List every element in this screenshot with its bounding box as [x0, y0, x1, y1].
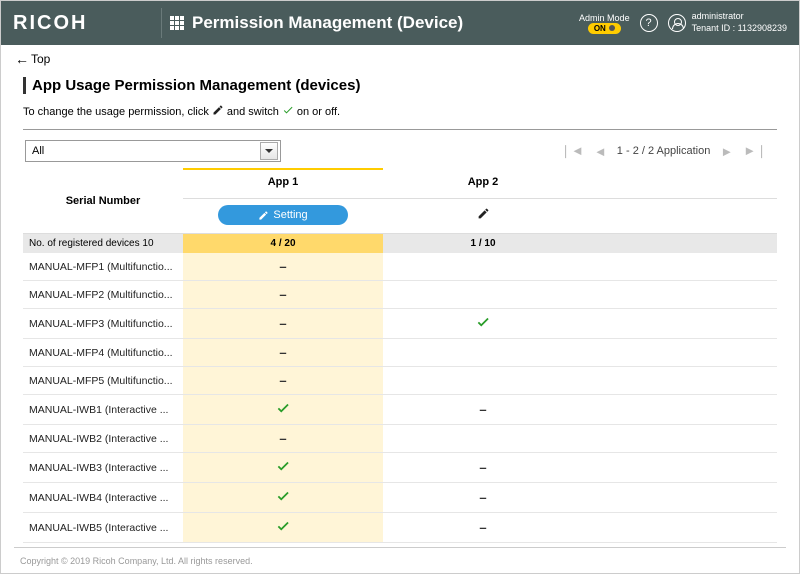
page-last-icon[interactable]: ►❘ — [743, 143, 767, 159]
brand-logo: RICOH — [13, 12, 153, 35]
page-next-icon[interactable]: ► — [720, 144, 733, 159]
pagination: ❘◄ ◄ 1 - 2 / 2 Application ► ►❘ — [560, 143, 767, 159]
dash-icon: – — [279, 287, 286, 302]
app1-cell[interactable] — [183, 483, 383, 513]
admin-mode-toggle[interactable]: Admin Mode ON — [579, 13, 630, 34]
app2-count: 1 / 10 — [383, 234, 583, 254]
table-row: MANUAL-IWB3 (Interactive ... – — [23, 453, 777, 483]
dropdown-button-icon — [260, 142, 278, 160]
check-icon — [276, 524, 290, 536]
app2-cell[interactable] — [383, 367, 583, 395]
app1-cell[interactable] — [183, 453, 383, 483]
dash-icon: – — [279, 373, 286, 388]
pencil-icon — [212, 104, 224, 119]
table-row: MANUAL-IWB2 (Interactive ... – — [23, 425, 777, 453]
dash-icon: – — [279, 259, 286, 274]
filter-select[interactable]: All — [25, 140, 281, 162]
table-row: MANUAL-IWB4 (Interactive ... – — [23, 483, 777, 513]
registered-devices-label: No. of registered devices 10 — [23, 234, 183, 254]
divider-line — [23, 129, 777, 130]
setting-button-app1[interactable]: Setting — [218, 205, 347, 225]
app2-cell[interactable] — [383, 281, 583, 309]
app1-count: 4 / 20 — [183, 234, 383, 254]
app1-cell[interactable]: – — [183, 339, 383, 367]
instruction-text: To change the usage permission, click an… — [23, 104, 777, 119]
app-header: RICOH Permission Management (Device) Adm… — [1, 1, 799, 45]
check-icon — [476, 320, 490, 332]
table-row: MANUAL-MFP1 (Multifunctio... – — [23, 253, 777, 281]
col-header-app2: App 2 — [383, 170, 583, 198]
divider — [161, 8, 162, 38]
app1-cell[interactable]: – — [183, 367, 383, 395]
dash-icon: – — [279, 431, 286, 446]
app1-cell[interactable] — [183, 395, 383, 425]
serial-cell[interactable]: MANUAL-MFP4 (Multifunctio... — [23, 339, 183, 367]
table-row: MANUAL-MFP3 (Multifunctio... – — [23, 309, 777, 339]
permission-table: Serial Number App 1 App 2 Setting — [23, 168, 777, 543]
serial-cell[interactable]: MANUAL-IWB4 (Interactive ... — [23, 483, 183, 513]
admin-mode-label: Admin Mode — [579, 13, 630, 23]
table-row: MANUAL-IWB1 (Interactive ... – — [23, 395, 777, 425]
app2-cell[interactable] — [383, 309, 583, 339]
serial-cell[interactable]: MANUAL-MFP3 (Multifunctio... — [23, 309, 183, 339]
footer-divider — [14, 547, 786, 548]
col-header-app1: App 1 — [183, 170, 383, 198]
page-first-icon[interactable]: ❘◄ — [560, 143, 584, 159]
table-row: MANUAL-MFP4 (Multifunctio... – — [23, 339, 777, 367]
app1-cell[interactable]: – — [183, 425, 383, 453]
app2-cell[interactable]: – — [383, 513, 583, 543]
serial-cell[interactable]: MANUAL-MFP1 (Multifunctio... — [23, 253, 183, 281]
check-icon — [282, 104, 294, 119]
back-arrow-icon: ← — [15, 51, 29, 67]
check-icon — [276, 406, 290, 418]
breadcrumb[interactable]: ← Top — [1, 45, 799, 73]
help-icon[interactable]: ? — [640, 14, 658, 32]
app2-cell[interactable] — [383, 253, 583, 281]
dash-icon: – — [479, 402, 486, 417]
app2-cell[interactable] — [383, 425, 583, 453]
filter-selected-value: All — [32, 145, 44, 157]
user-name: administrator — [692, 11, 787, 23]
serial-cell[interactable]: MANUAL-IWB1 (Interactive ... — [23, 395, 183, 425]
admin-mode-badge: ON — [588, 23, 621, 34]
app1-cell[interactable]: – — [183, 309, 383, 339]
dash-icon: – — [279, 345, 286, 360]
app1-cell[interactable]: – — [183, 281, 383, 309]
serial-cell[interactable]: MANUAL-IWB2 (Interactive ... — [23, 425, 183, 453]
setting-button-app2[interactable] — [383, 201, 583, 231]
serial-cell[interactable]: MANUAL-IWB5 (Interactive ... — [23, 513, 183, 543]
table-row: MANUAL-IWB5 (Interactive ... – — [23, 513, 777, 543]
app2-cell[interactable]: – — [383, 453, 583, 483]
dash-icon: – — [479, 490, 486, 505]
app1-cell[interactable]: – — [183, 253, 383, 281]
footer-copyright: Copyright © 2019 Ricoh Company, Ltd. All… — [20, 556, 253, 566]
app2-cell[interactable]: – — [383, 395, 583, 425]
dash-icon: – — [279, 316, 286, 331]
app2-cell[interactable] — [383, 339, 583, 367]
apps-grid-icon[interactable] — [170, 16, 184, 30]
table-row: MANUAL-MFP2 (Multifunctio... – — [23, 281, 777, 309]
dash-icon: – — [479, 460, 486, 475]
user-menu[interactable]: administrator Tenant ID : 1132908239 — [668, 11, 787, 34]
page-prev-icon[interactable]: ◄ — [594, 144, 607, 159]
serial-cell[interactable]: MANUAL-IWB3 (Interactive ... — [23, 453, 183, 483]
app1-cell[interactable] — [183, 513, 383, 543]
col-header-serial: Serial Number — [23, 169, 183, 234]
tenant-id: Tenant ID : 1132908239 — [692, 23, 787, 35]
breadcrumb-top: Top — [31, 52, 50, 66]
app2-cell[interactable]: – — [383, 483, 583, 513]
table-row: MANUAL-MFP5 (Multifunctio... – — [23, 367, 777, 395]
serial-cell[interactable]: MANUAL-MFP5 (Multifunctio... — [23, 367, 183, 395]
section-title: App Usage Permission Management (devices… — [23, 77, 777, 94]
check-icon — [276, 494, 290, 506]
page-title: Permission Management (Device) — [192, 13, 579, 33]
pagination-text: 1 - 2 / 2 Application — [617, 145, 711, 157]
dash-icon: – — [479, 520, 486, 535]
user-icon — [668, 14, 686, 32]
serial-cell[interactable]: MANUAL-MFP2 (Multifunctio... — [23, 281, 183, 309]
check-icon — [276, 464, 290, 476]
